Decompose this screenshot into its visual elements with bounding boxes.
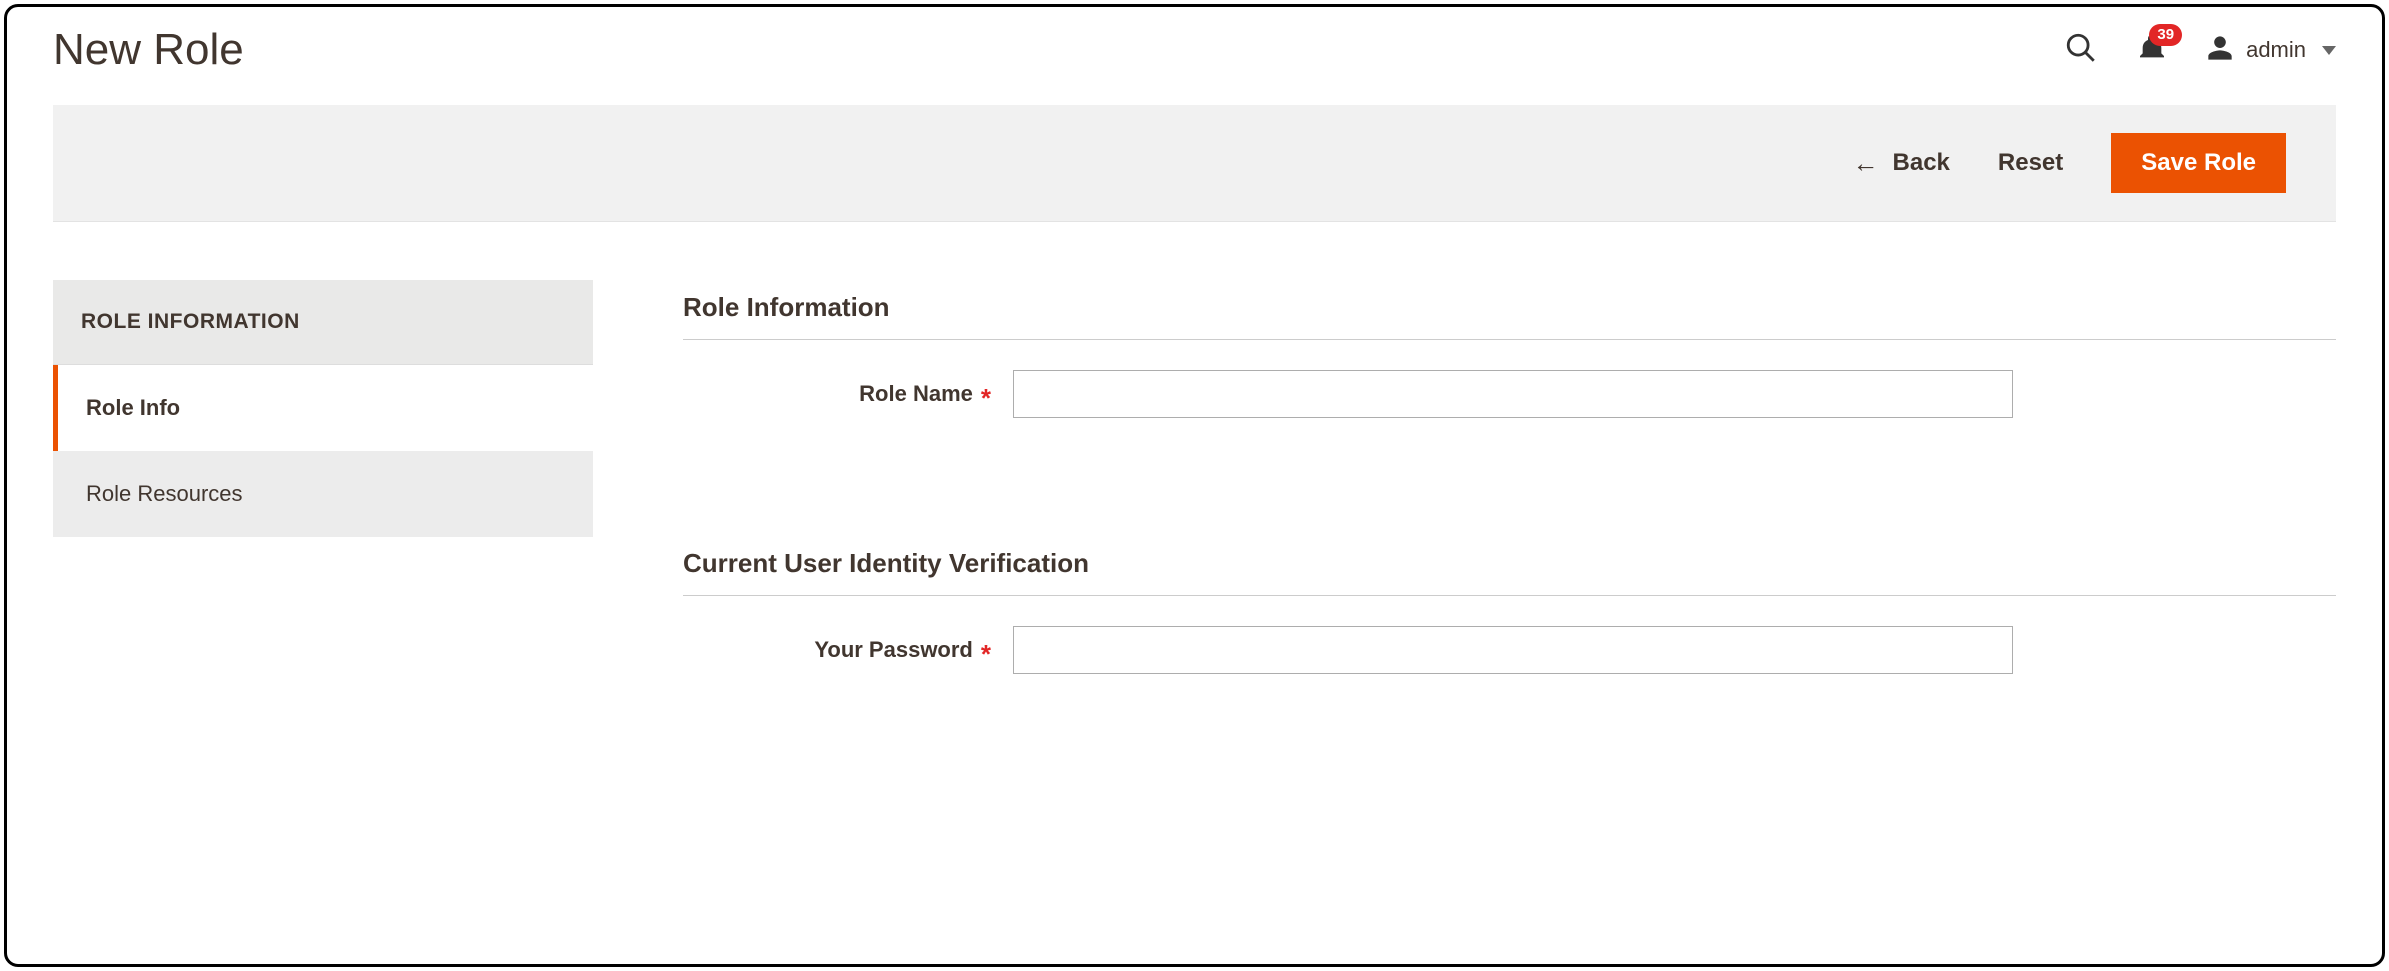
- reset-label: Reset: [1998, 149, 2063, 177]
- app-frame: New Role 39: [4, 4, 2385, 967]
- sidebar-item-role-info[interactable]: Role Info: [53, 365, 593, 451]
- user-icon: [2206, 34, 2234, 67]
- arrow-left-icon: ←: [1853, 148, 1879, 179]
- notifications-button[interactable]: 39: [2136, 32, 2168, 69]
- content-area: ROLE INFORMATION Role Info Role Resource…: [7, 222, 2382, 694]
- password-label-wrap: Your Password *: [683, 637, 1013, 663]
- section-heading-identity-verification: Current User Identity Verification: [683, 548, 2336, 596]
- back-label: Back: [1893, 149, 1950, 177]
- caret-down-icon: [2322, 46, 2336, 55]
- role-name-label: Role Name: [859, 381, 973, 407]
- back-button[interactable]: ← Back: [1853, 148, 1950, 179]
- reset-button[interactable]: Reset: [1998, 149, 2063, 177]
- sidebar-item-label: Role Resources: [86, 481, 243, 506]
- sidebar: ROLE INFORMATION Role Info Role Resource…: [53, 280, 593, 694]
- user-name-label: admin: [2246, 37, 2306, 63]
- page-title: New Role: [53, 25, 244, 75]
- password-input[interactable]: [1013, 626, 2013, 674]
- role-name-label-wrap: Role Name *: [683, 381, 1013, 407]
- header-tools: 39 admin: [2064, 31, 2336, 70]
- form-row-password: Your Password *: [683, 626, 2336, 674]
- sidebar-item-role-resources[interactable]: Role Resources: [53, 451, 593, 537]
- action-bar: ← Back Reset Save Role: [53, 105, 2336, 222]
- main-form: Role Information Role Name * Current Use…: [683, 280, 2336, 694]
- role-name-input[interactable]: [1013, 370, 2013, 418]
- password-label: Your Password: [814, 637, 973, 663]
- required-star-icon: *: [981, 385, 991, 411]
- section-heading-role-information: Role Information: [683, 292, 2336, 340]
- sidebar-heading: ROLE INFORMATION: [53, 280, 593, 365]
- sidebar-item-label: Role Info: [86, 395, 180, 420]
- required-star-icon: *: [981, 641, 991, 667]
- bell-icon: [2136, 51, 2168, 68]
- save-role-button[interactable]: Save Role: [2111, 133, 2286, 193]
- search-icon[interactable]: [2064, 31, 2098, 70]
- form-row-role-name: Role Name *: [683, 370, 2336, 418]
- notification-badge: 39: [2149, 24, 2182, 46]
- page-header: New Role 39: [7, 7, 2382, 105]
- user-menu[interactable]: admin: [2206, 34, 2336, 67]
